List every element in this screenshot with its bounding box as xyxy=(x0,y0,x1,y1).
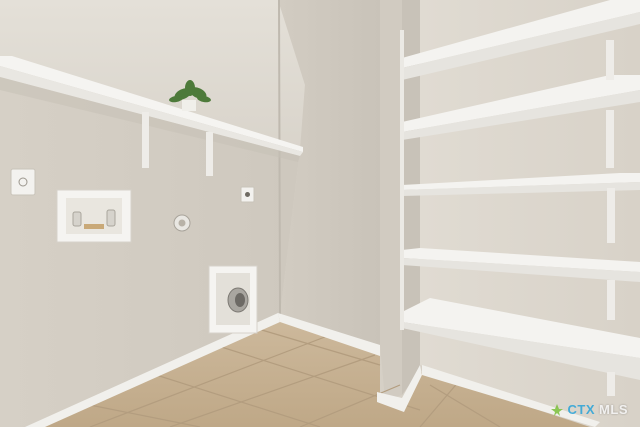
gas-valve xyxy=(173,214,191,232)
laundry-room-scene xyxy=(0,0,640,427)
dryer-outlet xyxy=(240,186,255,203)
electrical-outlet xyxy=(10,168,36,196)
shelf-bracket xyxy=(607,372,615,396)
water-valve-right xyxy=(106,209,116,227)
shelf-bracket xyxy=(142,112,149,168)
watermark-brand-mls: MLS xyxy=(599,402,628,417)
shelf-bracket xyxy=(607,280,615,320)
shelf-bracket xyxy=(607,188,615,243)
plant-pot xyxy=(182,100,196,111)
water-valve-left xyxy=(72,211,82,227)
shelf-bracket xyxy=(206,132,213,176)
shelf-side-strip xyxy=(400,30,404,330)
ctxmls-logo-icon xyxy=(550,403,563,416)
shelf-bracket xyxy=(606,110,614,168)
watermark-brand-ctx: CTX xyxy=(567,402,596,417)
right-pillar xyxy=(380,0,402,400)
ctxmls-watermark: CTX MLS xyxy=(550,402,628,417)
dryer-vent-box xyxy=(208,265,258,334)
washer-connection-box xyxy=(56,189,132,243)
shelf-bracket xyxy=(606,40,614,80)
